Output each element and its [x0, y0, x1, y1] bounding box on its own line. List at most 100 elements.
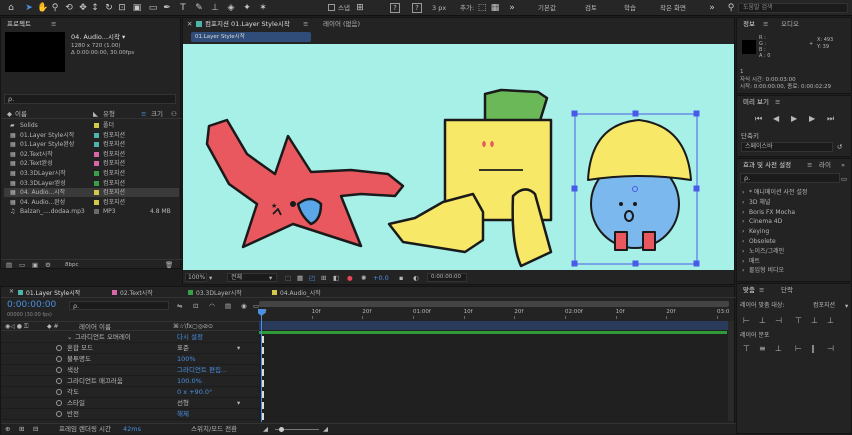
region-of-interest-icon[interactable]: ⬚ — [285, 274, 291, 282]
selection-tool-icon[interactable]: ➤ — [24, 3, 34, 13]
align-top-icon[interactable]: ⊤ — [795, 316, 802, 326]
layer-name-header[interactable]: 레이어 이름 — [79, 323, 111, 331]
timeline-tab[interactable]: ✕ 01.Layer Style시작 — [9, 288, 89, 297]
label-color-swatch[interactable] — [94, 199, 99, 205]
project-item[interactable]: ▦ 02.Text시작 컴포지션 — [4, 150, 179, 159]
help-search-input[interactable]: 도움말 검색 — [738, 3, 848, 13]
audio-tab[interactable]: 오디오 — [781, 20, 799, 28]
dropdown-icon[interactable]: ▾ — [237, 398, 240, 409]
effects-category[interactable]: › Keying — [740, 227, 850, 236]
exposure-icon[interactable]: ✺ — [361, 274, 366, 282]
stopwatch-icon[interactable] — [56, 367, 62, 373]
new-folder-icon[interactable]: ▭ — [19, 261, 25, 269]
property-row[interactable]: 각도 0 x +90.0° — [1, 387, 259, 398]
work-area-bar[interactable] — [259, 301, 729, 307]
workspace-more-icon[interactable]: » — [707, 3, 717, 13]
toggle-modes-icon[interactable]: ⊞ — [19, 425, 24, 433]
color-management-icon[interactable]: ● — [347, 274, 353, 282]
snap-options-icon[interactable]: ⊞ — [355, 3, 365, 13]
property-row[interactable]: 스타일 선형 ▾ — [1, 398, 259, 409]
dropdown-icon[interactable]: ▾ — [237, 343, 240, 354]
label-color-swatch[interactable] — [94, 171, 99, 176]
add-menu-icon[interactable]: ⬚ — [477, 3, 487, 13]
home-icon[interactable]: ⌂ — [6, 3, 16, 13]
zoom-select[interactable]: 100% — [185, 273, 207, 282]
shortcut-select[interactable]: 스페이스바 — [741, 142, 833, 152]
timeline-tab[interactable]: 02.Text시작 — [103, 288, 183, 297]
shape-tool-icon[interactable]: ▭ — [148, 3, 158, 13]
play-icon[interactable]: ▶ — [791, 114, 797, 124]
project-comp-name[interactable]: 04. Audio...시작 ▾ — [71, 33, 125, 41]
property-row[interactable]: 그라디언트 매끄러움 100.0% — [1, 376, 259, 387]
zoom-out-icon[interactable]: ◢ — [263, 425, 268, 433]
distribute-vcenter-icon[interactable]: ≡ — [759, 344, 766, 354]
brush-tool-icon[interactable]: ✎ — [194, 3, 204, 13]
project-item[interactable]: ▦ 01.Layer Style시작 컴포지션 — [4, 131, 179, 140]
comp-mini-flowchart-icon[interactable]: ⇋ — [177, 302, 182, 310]
dolly-tool-icon[interactable]: ↕ — [90, 3, 100, 13]
timeline-tab[interactable]: 04.Audio_시작 — [263, 288, 343, 297]
timeline-zoom-handle[interactable] — [279, 427, 284, 432]
align-to-dropdown-icon[interactable]: ▾ — [845, 302, 848, 310]
layer-panel-tab[interactable]: 레이어 (없음) — [323, 20, 360, 28]
timeline-tracks[interactable] — [259, 334, 729, 422]
camera-tool-icon[interactable]: ▣ — [132, 3, 142, 13]
project-item[interactable]: ♫ Balzan_....dodaa.mp3 MP3 4.8 MB — [4, 207, 179, 216]
workspace-small-screen[interactable]: 작은 화면 — [660, 4, 686, 12]
label-color-swatch[interactable] — [94, 209, 99, 215]
hide-shy-icon[interactable]: ◠ — [209, 302, 215, 310]
property-value[interactable]: 그라디언트 편집... — [177, 365, 227, 376]
comp-viewer[interactable]: ★ — [183, 44, 734, 270]
resolution-dropdown-icon[interactable]: ▾ — [269, 274, 272, 282]
snapshot-camera-icon[interactable]: ▪ — [399, 274, 403, 282]
stopwatch-icon[interactable] — [56, 389, 62, 395]
stopwatch-icon[interactable] — [56, 411, 62, 417]
mask-visibility-icon[interactable]: ◰ — [309, 274, 315, 282]
help-box-icon-2[interactable]: ? — [412, 3, 422, 13]
new-comp-icon[interactable]: ▣ — [32, 261, 38, 269]
label-color-swatch[interactable] — [94, 190, 99, 196]
effects-category[interactable]: › Boris FX Mocha — [740, 208, 850, 217]
effects-category[interactable]: › Obsolete — [740, 237, 850, 246]
hierarchy-icon[interactable]: ⚇ — [171, 110, 177, 118]
settings-icon[interactable]: ⚙ — [45, 261, 51, 269]
align-hcenter-icon[interactable]: ⊥ — [759, 316, 766, 326]
effects-category[interactable]: › 매트 — [740, 257, 850, 266]
col-type[interactable]: 유형 — [103, 110, 115, 118]
panel-menu-icon[interactable]: ≡ — [759, 286, 764, 294]
close-icon[interactable]: ✕ — [9, 288, 14, 295]
frame-blending-icon[interactable]: ▤ — [225, 302, 231, 310]
project-item[interactable]: ▦ 02.Text완성 컴포지션 — [4, 159, 179, 168]
time-ruler[interactable]: 0f10f20f01:00f10f20f02:00f10f20f03:0 — [259, 309, 729, 319]
hand-tool-icon[interactable]: ✋ — [37, 3, 48, 13]
preview-panel-title[interactable]: 미리 보기 — [743, 98, 769, 106]
show-snapshot-icon[interactable]: ◐ — [413, 274, 419, 282]
interpret-footage-icon[interactable]: ▤ — [6, 261, 12, 269]
bpc-label[interactable]: 8bpc — [65, 261, 79, 269]
workspace-learn[interactable]: 학습 — [624, 4, 636, 12]
distribute-hcenter-icon[interactable]: ‖ — [811, 344, 815, 354]
effects-panel-title[interactable]: 효과 및 사전 설정 — [743, 161, 791, 169]
toggle-switches-icon[interactable]: ⊕ — [5, 425, 10, 433]
rotate-tool-icon[interactable]: ↻ — [104, 3, 114, 13]
distribute-bottom-icon[interactable]: ⊥ — [775, 344, 782, 354]
property-value[interactable]: 0 x +90.0° — [177, 387, 212, 398]
align-to-value[interactable]: 컴포지션 — [813, 302, 835, 310]
motion-blur-icon[interactable]: ◉ — [241, 302, 247, 310]
more-icon[interactable]: » — [841, 161, 845, 169]
help-box-icon[interactable]: ? — [390, 3, 400, 13]
info-panel-title[interactable]: 정보 — [743, 20, 755, 28]
property-value[interactable]: 다시 설정 — [177, 332, 203, 343]
property-value[interactable]: 100% — [177, 354, 196, 365]
workspace-review[interactable]: 검토 — [585, 4, 597, 12]
effects-search-input[interactable]: ρ. — [740, 173, 840, 183]
project-item[interactable]: ▦ 04. Audio...완성 컴포지션 — [4, 198, 179, 207]
project-item[interactable]: ▦ 01.Layer Style완성 컴포지션 — [4, 140, 179, 149]
property-row[interactable]: ⌄ 그라디언트 오버레이 다시 설정 — [1, 332, 259, 343]
type-tool-icon[interactable]: T — [178, 3, 188, 13]
timeline-scrollbar[interactable] — [728, 321, 734, 421]
pan-tool-icon[interactable]: ✥ — [78, 3, 88, 13]
workspace-default[interactable]: 기본값 — [538, 4, 556, 12]
effects-category[interactable]: › * 애니메이션 사전 설정 — [740, 188, 850, 197]
property-value[interactable]: 해제 — [177, 409, 189, 420]
